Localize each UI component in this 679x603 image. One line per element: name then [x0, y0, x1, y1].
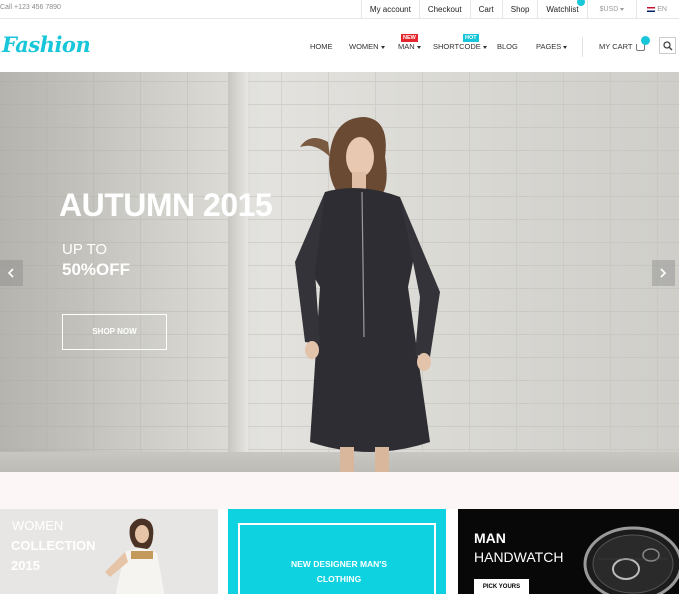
flag-icon	[647, 6, 656, 12]
women-banner-line2: COLLECTION	[11, 538, 96, 553]
watchlist-label: Watchlist	[546, 5, 579, 14]
chevron-down-icon	[416, 45, 421, 49]
search-icon	[663, 41, 673, 51]
hero-slider: AUTUMN 2015 UP TO 50%OFF SHOP NOW	[0, 72, 679, 472]
menu-item-blog[interactable]: BLOG	[497, 42, 518, 51]
watch-photo	[583, 526, 679, 594]
chevron-down-icon	[620, 7, 625, 11]
slider-next-button[interactable]	[652, 260, 675, 286]
watchlist-dot	[576, 0, 585, 6]
language-select[interactable]: EN	[636, 0, 679, 19]
site-logo[interactable]: Fashion	[2, 32, 91, 57]
my-cart-label: MY CART	[599, 42, 633, 51]
search-button[interactable]	[659, 37, 676, 54]
women-banner-line3: 2015	[11, 558, 40, 573]
watch-banner-line2: HANDWATCH	[474, 549, 564, 565]
top-bar: Call +123 456 7890 My account Checkout C…	[0, 0, 679, 19]
chevron-right-icon	[660, 268, 667, 278]
man-handwatch-banner[interactable]: MAN HANDWATCH PICK YOURS	[458, 509, 679, 594]
hero-title: AUTUMN 2015	[59, 187, 273, 223]
hero-subtitle-upto: UP TO	[62, 241, 108, 258]
currency-select[interactable]: $USD	[586, 0, 637, 19]
menu-item-pages[interactable]: PAGES	[536, 42, 568, 51]
designer-banner-frame: NEW DESIGNER MAN'S CLOTHING	[238, 523, 436, 603]
menu-item-home[interactable]: HOME	[310, 42, 333, 51]
menu-item-women-label: WOMEN	[349, 42, 379, 51]
hot-badge: HOT	[463, 34, 479, 42]
menu-item-women[interactable]: WOMEN	[349, 42, 385, 51]
menu-item-man-label: MAN	[398, 42, 415, 51]
chevron-down-icon	[380, 45, 385, 49]
menu-item-pages-label: PAGES	[536, 42, 562, 51]
currency-value: $USD	[599, 6, 619, 13]
chevron-down-icon	[482, 45, 487, 49]
watch-banner-line1: MAN	[474, 530, 506, 546]
menu-item-man[interactable]: NEW MAN	[398, 34, 421, 51]
chevron-down-icon	[563, 45, 568, 49]
my-cart-button[interactable]: MY CART	[599, 42, 646, 51]
women-model-photo	[105, 518, 165, 594]
pick-yours-button[interactable]: PICK YOURS	[474, 579, 529, 594]
women-collection-banner[interactable]: WOMEN COLLECTION 2015	[0, 509, 218, 594]
cart-count-badge	[641, 36, 650, 45]
model-photo	[295, 117, 440, 472]
phone-number: Call +123 456 7890	[0, 4, 61, 11]
main-header: Fashion HOME WOMEN NEW MAN HOT SHORTCODE B…	[0, 20, 679, 72]
top-links: My account Checkout Cart Shop Watchlist …	[360, 0, 679, 19]
shop-now-button[interactable]: SHOP NOW	[62, 314, 167, 350]
checkout-link[interactable]: Checkout	[418, 0, 470, 19]
menu-item-shortcode[interactable]: HOT SHORTCODE	[433, 34, 487, 51]
slider-prev-button[interactable]	[0, 260, 23, 286]
hero-subtitle-discount: 50%OFF	[62, 260, 131, 279]
section-spacer	[0, 472, 679, 509]
language-value: EN	[657, 6, 667, 13]
designer-banner-line1: NEW DESIGNER MAN'S	[291, 559, 387, 569]
women-banner-line1: WOMEN	[12, 518, 64, 533]
wall-pillar	[228, 72, 248, 472]
new-badge: NEW	[401, 34, 418, 42]
menu-item-shortcode-label: SHORTCODE	[433, 42, 481, 51]
chevron-left-icon	[7, 268, 14, 278]
my-account-link[interactable]: My account	[360, 0, 419, 19]
nav-divider	[582, 37, 583, 57]
designer-banner-line2: CLOTHING	[316, 574, 362, 584]
watchlist-link[interactable]: Watchlist	[537, 0, 586, 19]
designer-clothing-banner[interactable]: NEW DESIGNER MAN'S CLOTHING	[228, 509, 446, 603]
cart-link[interactable]: Cart	[469, 0, 502, 19]
shop-link[interactable]: Shop	[501, 0, 538, 19]
